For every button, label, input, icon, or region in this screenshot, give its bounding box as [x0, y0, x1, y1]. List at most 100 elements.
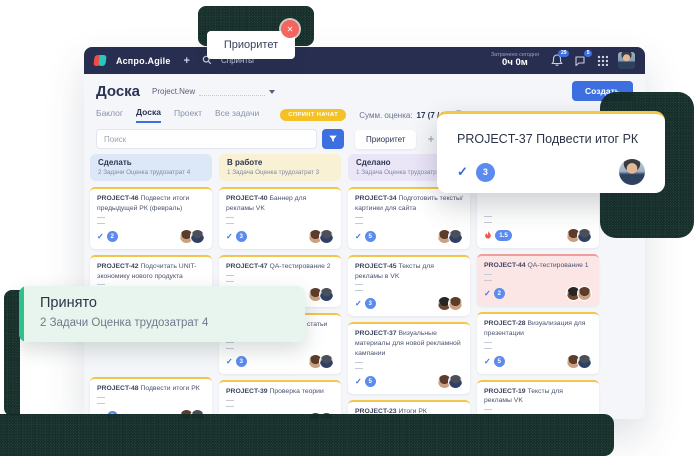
chevron-down-icon — [269, 90, 275, 94]
column-header: В работе1 Задача Оценка трудозатрат 3 — [219, 154, 341, 181]
woman-avatar — [577, 286, 592, 301]
tab-all-tasks[interactable]: Все задачи — [215, 108, 259, 122]
funnel-icon — [328, 134, 338, 144]
tab-board[interactable]: Доска — [136, 107, 161, 123]
task-card[interactable]: PROJECT-28 Визуализация для презентации ✓… — [477, 312, 599, 374]
man-avatar — [448, 229, 463, 244]
add-view-button[interactable]: + — [427, 132, 434, 146]
description-icon — [226, 217, 234, 224]
tab-project[interactable]: Проект — [174, 108, 202, 122]
priority-tooltip: Приоритет ✕ — [207, 31, 295, 59]
done-check-icon: ✓ — [355, 377, 362, 386]
man-avatar — [319, 287, 334, 302]
messages-count-badge: 5 — [584, 50, 592, 57]
estimate-badge: 2 — [107, 231, 118, 242]
task-title: PROJECT-45 Тексты для рекламы в VK — [355, 262, 463, 282]
apps-grid-icon[interactable] — [597, 55, 608, 66]
done-check-icon: ✓ — [226, 357, 233, 366]
dotted-leader — [199, 88, 265, 96]
estimate-badge: 2 — [494, 288, 505, 299]
task-footer: ✓3 — [226, 229, 334, 244]
description-icon — [355, 362, 363, 369]
score-label: Сумм. оценка: — [359, 111, 412, 120]
assignee-avatars — [437, 374, 463, 389]
task-title: PROJECT-28 Визуализация для презентации — [484, 319, 592, 339]
add-icon[interactable]: + — [184, 55, 190, 67]
task-footer: ✓2 — [484, 286, 592, 301]
task-title: PROJECT-44 QA-тестирование 1 — [484, 261, 592, 271]
task-title: PROJECT-37 Визуальные материалы для ново… — [355, 329, 463, 359]
task-title: PROJECT-39 Проверка теории — [226, 387, 334, 397]
estimate-badge: 5 — [365, 376, 376, 387]
task-footer: ✓5 — [355, 374, 463, 389]
task-id: PROJECT-28 — [484, 320, 526, 327]
user-avatar[interactable] — [618, 52, 635, 69]
time-tracker: Затрачено сегодня 0ч 0м — [491, 52, 539, 68]
task-card[interactable]: 1.5 — [477, 186, 599, 248]
task-card[interactable]: PROJECT-45 Тексты для рекламы в VK✓3 — [348, 255, 470, 317]
stage: Аспро.Agile + Спринты Затрачено сегодня … — [0, 0, 700, 456]
task-footer: ✓5 — [484, 354, 592, 369]
man-avatar — [577, 228, 592, 243]
task-card[interactable]: PROJECT-40 Баннер для рекламы VK ✓3 — [219, 187, 341, 249]
task-id: PROJECT-40 — [226, 195, 268, 202]
search-input[interactable] — [96, 129, 317, 149]
tooltip-close-button[interactable]: ✕ — [281, 20, 299, 38]
brand-name: Аспро.Agile — [116, 56, 171, 66]
task-card[interactable]: PROJECT-34 Подготовить тексты/картинки д… — [348, 187, 470, 249]
man-avatar — [190, 229, 205, 244]
task-id: PROJECT-37 — [355, 330, 397, 337]
task-title: PROJECT-19 Тексты для рекламы VK — [484, 387, 592, 407]
estimate-badge: 3 — [236, 231, 247, 242]
task-footer: 1.5 — [484, 228, 592, 243]
description-icon — [484, 216, 492, 223]
task-id: PROJECT-19 — [484, 388, 526, 395]
popup-task-title: PROJECT-37 Подвести итог РК — [457, 132, 665, 146]
assignee-avatars — [437, 229, 463, 244]
messages-chat-icon[interactable]: 5 — [574, 54, 587, 67]
done-check-icon: ✓ — [457, 164, 468, 180]
man-avatar — [319, 229, 334, 244]
description-icon — [226, 342, 234, 349]
task-popup[interactable]: PROJECT-37 Подвести итог РК ✓ 3 — [437, 111, 665, 193]
assignee-avatars — [179, 229, 205, 244]
board-selector[interactable]: Project.New — [152, 87, 275, 96]
done-check-icon: ✓ — [484, 357, 491, 366]
task-id: PROJECT-48 — [97, 385, 139, 392]
app-window: Аспро.Agile + Спринты Затрачено сегодня … — [84, 47, 645, 419]
estimate-badge: 5 — [365, 231, 376, 242]
task-title: PROJECT-47 QA-тестирование 2 — [226, 262, 334, 272]
task-title: PROJECT-42 Подсчитать UNIT-экономику нов… — [97, 262, 205, 282]
description-icon — [97, 397, 105, 404]
task-card[interactable]: PROJECT-46 Подвести итоги предыдущей РК … — [90, 187, 212, 249]
description-icon — [226, 275, 234, 282]
column-title: Сделать — [98, 158, 204, 167]
green-accent-bar — [19, 286, 24, 342]
assignee-avatars — [566, 286, 592, 301]
task-title: PROJECT-40 Баннер для рекламы VK — [226, 194, 334, 214]
task-title: PROJECT-48 Подвести итоги РК — [97, 384, 205, 394]
task-footer: ✓5 — [355, 229, 463, 244]
task-card[interactable]: PROJECT-48 Подвести итоги РК✓2 — [90, 377, 212, 419]
task-footer: ✓3 — [226, 354, 334, 369]
assignee-avatars — [308, 229, 334, 244]
description-icon — [484, 342, 492, 349]
task-title: PROJECT-34 Подготовить тексты/картинки д… — [355, 194, 463, 214]
tab-backlog[interactable]: Баклог — [96, 108, 123, 122]
man-avatar — [577, 354, 592, 369]
description-icon — [484, 274, 492, 281]
task-id: PROJECT-47 — [226, 263, 268, 270]
sprint-status-badge: СПРИНТ НАЧАТ — [280, 109, 346, 121]
accepted-column-card[interactable]: Принято 2 Задачи Оценка трудозатрат 4 — [19, 286, 305, 342]
filter-button[interactable] — [322, 129, 344, 149]
time-value: 0ч 0м — [491, 58, 539, 68]
task-id: PROJECT-46 — [97, 195, 139, 202]
page-title: Доска — [96, 83, 140, 100]
done-check-icon: ✓ — [355, 232, 362, 241]
aspro-logo-icon — [94, 54, 107, 67]
view-chip-priority[interactable]: Приоритет — [355, 130, 416, 149]
task-card[interactable]: PROJECT-44 QA-тестирование 1 ✓2 — [477, 254, 599, 306]
task-card[interactable]: PROJECT-37 Визуальные материалы для ново… — [348, 322, 470, 394]
notifications-bell-icon[interactable]: 29 — [551, 54, 564, 67]
done-check-icon: ✓ — [226, 232, 233, 241]
